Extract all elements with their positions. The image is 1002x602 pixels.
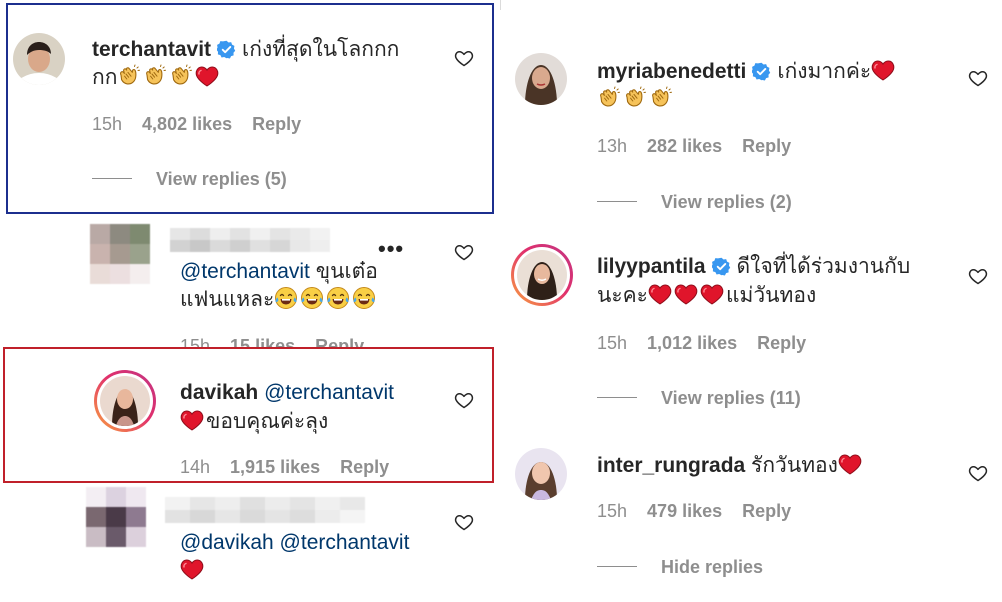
username-inter-rungrada[interactable]: inter_rungrada: [597, 454, 745, 477]
like-heart-icon[interactable]: [968, 266, 988, 286]
reply-button[interactable]: Reply: [757, 333, 806, 353]
red-heart-emoji: [700, 282, 724, 306]
comment-text-line-2: แฟนแหละ: [180, 286, 378, 313]
comment-time[interactable]: 15h: [597, 501, 627, 521]
hide-replies-button[interactable]: Hide replies: [597, 557, 763, 578]
comment-text-line-2: [597, 86, 675, 113]
username-blurred[interactable]: [165, 497, 365, 523]
view-replies-button[interactable]: View replies (11): [597, 388, 801, 409]
divider-line: [597, 201, 637, 202]
comment-text: แม่วันทอง: [725, 284, 817, 307]
tears-of-joy-emoji: [300, 286, 324, 310]
comment-meta: 15h 479 likes Reply: [597, 501, 811, 522]
clapping-hands-emoji: [597, 86, 621, 110]
likes-count[interactable]: 282 likes: [647, 136, 722, 156]
likes-count[interactable]: 1,012 likes: [647, 333, 737, 353]
verified-badge-icon: [752, 62, 771, 81]
comment-meta: 15h 1,012 likes Reply: [597, 333, 826, 354]
username-myriabenedetti[interactable]: myriabenedetti: [597, 60, 746, 83]
like-heart-icon[interactable]: [454, 512, 474, 532]
avatar-blurred[interactable]: [90, 224, 150, 284]
comment-text-line: @davikah @terchantavit: [180, 530, 409, 556]
red-heart-emoji: [674, 282, 698, 306]
username-lilyypantila[interactable]: lilyypantila: [597, 255, 706, 278]
mention-link[interactable]: @terchantavit: [280, 531, 410, 554]
comment-text-line: myriabenedetti เก่งมากค่ะ: [597, 58, 897, 85]
highlight-box-red: [3, 347, 494, 483]
comment-time[interactable]: 13h: [597, 136, 627, 156]
avatar-lilyypantila[interactable]: [511, 244, 573, 306]
comment-meta: 13h 282 likes Reply: [597, 136, 811, 157]
comment-text-line-2: นะคะ แม่วันทอง: [597, 282, 816, 309]
mention-link[interactable]: @davikah: [180, 531, 274, 554]
avatar-inter-rungrada[interactable]: [515, 448, 567, 500]
red-heart-emoji: [838, 452, 862, 476]
likes-count[interactable]: 479 likes: [647, 501, 722, 521]
red-heart-emoji: [180, 557, 204, 581]
verified-badge-icon: [712, 257, 731, 276]
comment-text: รักวันทอง: [751, 454, 838, 477]
comment-meta: 15h 15 likes Reply: [180, 334, 384, 348]
like-heart-icon[interactable]: [454, 242, 474, 262]
comment-text-line-2: [180, 557, 206, 584]
tears-of-joy-emoji: [352, 286, 376, 310]
avatar-blurred[interactable]: [86, 487, 146, 547]
view-replies-button[interactable]: View replies (2): [597, 192, 792, 213]
comment-text: แฟนแหละ: [180, 288, 275, 311]
comment-text-line: inter_rungrada รักวันทอง: [597, 452, 864, 479]
comment-text: นะคะ: [597, 284, 648, 307]
mention-link[interactable]: @terchantavit: [180, 260, 310, 283]
comment-text: ดีใจที่ได้ร่วมงานกับ: [736, 255, 911, 278]
comment-text-line: @terchantavit ขุนเต๋อ: [180, 259, 378, 285]
view-replies-label: View replies (11): [661, 388, 801, 408]
divider-line: [597, 566, 637, 567]
like-heart-icon[interactable]: [968, 68, 988, 88]
like-heart-icon[interactable]: [968, 463, 988, 483]
hide-replies-label: Hide replies: [661, 557, 764, 577]
comment-text: เก่งมากค่ะ: [777, 60, 872, 83]
comment-time[interactable]: 15h: [597, 333, 627, 353]
view-replies-label: View replies (2): [661, 192, 792, 212]
tears-of-joy-emoji: [326, 286, 350, 310]
clapping-hands-emoji: [649, 86, 673, 110]
highlight-box-blue: [6, 3, 494, 214]
comment-text: ขุนเต๋อ: [315, 260, 378, 283]
more-options-icon[interactable]: •••: [378, 236, 404, 262]
divider-line: [597, 397, 637, 398]
username-blurred[interactable]: [170, 228, 330, 252]
avatar-myriabenedetti[interactable]: [515, 53, 567, 105]
column-divider: [500, 0, 501, 10]
tears-of-joy-emoji: [274, 286, 298, 310]
reply-button[interactable]: Reply: [742, 136, 791, 156]
red-heart-emoji: [871, 58, 895, 82]
red-heart-emoji: [648, 282, 672, 306]
clapping-hands-emoji: [623, 86, 647, 110]
comment-text-line: lilyypantila ดีใจที่ได้ร่วมงานกับ: [597, 254, 910, 280]
reply-button[interactable]: Reply: [742, 501, 791, 521]
